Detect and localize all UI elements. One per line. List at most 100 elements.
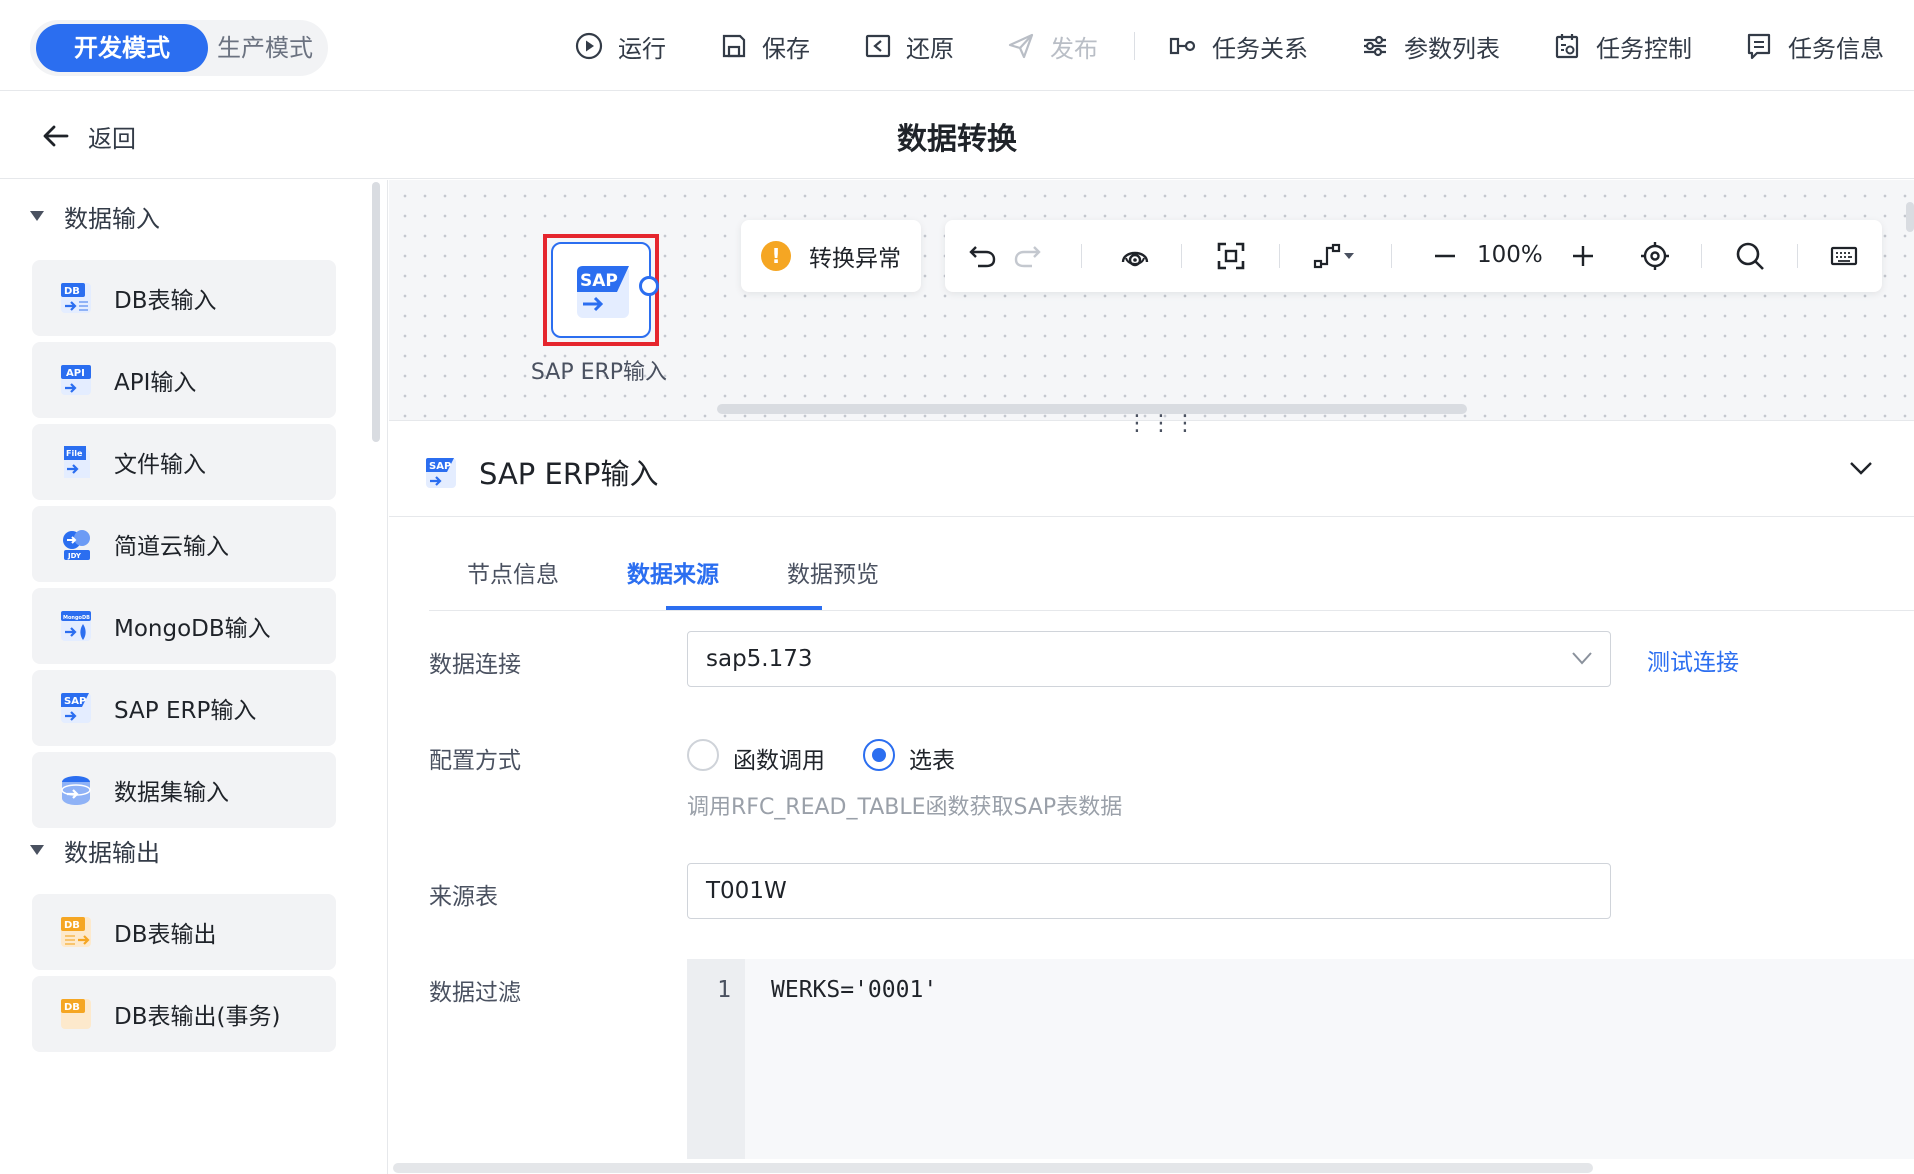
task-info-button[interactable]: 任务信息 bbox=[1744, 26, 1884, 66]
run-button[interactable]: 运行 bbox=[574, 26, 666, 66]
save-label: 保存 bbox=[762, 34, 810, 63]
test-connection-link[interactable]: 测试连接 bbox=[1647, 643, 1739, 677]
preview-button[interactable] bbox=[1119, 240, 1151, 272]
sap-node-icon: SAP bbox=[577, 266, 629, 318]
minus-icon bbox=[1435, 254, 1455, 258]
task-relations-label: 任务关系 bbox=[1212, 34, 1308, 63]
sidebar-item-file-input[interactable]: File 文件输入 bbox=[32, 424, 336, 500]
tab-data-source[interactable]: 数据来源 bbox=[627, 555, 719, 589]
group-data-output[interactable]: 数据输出 bbox=[30, 830, 160, 870]
canvas-vertical-scrollbar[interactable] bbox=[1906, 202, 1914, 232]
param-list-label: 参数列表 bbox=[1404, 34, 1500, 63]
svg-text:MongoDB: MongoDB bbox=[63, 615, 90, 621]
sidebar-item-jdy-input[interactable]: JDY 简道云输入 bbox=[32, 506, 336, 582]
panel-title: SAP ERP输入 bbox=[479, 457, 659, 491]
config-hint: 调用RFC_READ_TABLE函数获取SAP表数据 bbox=[687, 795, 1123, 820]
fit-view-button[interactable] bbox=[1215, 240, 1247, 272]
param-list-button[interactable]: 参数列表 bbox=[1360, 26, 1500, 66]
sidebar-item-api-input[interactable]: API API输入 bbox=[32, 342, 336, 418]
sidebar-item-label: DB表输入 bbox=[114, 288, 217, 314]
warning-icon: ! bbox=[761, 241, 791, 271]
warning-label: 转换异常 bbox=[809, 246, 901, 272]
keyboard-button[interactable] bbox=[1827, 240, 1861, 272]
search-button[interactable] bbox=[1733, 240, 1767, 272]
tab-node-info[interactable]: 节点信息 bbox=[467, 555, 559, 589]
page-header: 返回 数据转换 bbox=[0, 92, 1914, 179]
task-info-label: 任务信息 bbox=[1788, 34, 1884, 63]
line-style-dropdown[interactable] bbox=[1309, 240, 1359, 272]
filter-code-line[interactable]: WERKS='0001' bbox=[771, 977, 937, 1003]
sidebar-item-label: 数据集输入 bbox=[114, 780, 229, 806]
conversion-error-badge[interactable]: ! 转换异常 bbox=[741, 220, 921, 292]
radio-function-call-label[interactable]: 函数调用 bbox=[733, 741, 825, 775]
task-control-button[interactable]: 任务控制 bbox=[1552, 26, 1692, 66]
sidebar-item-label: SAP ERP输入 bbox=[114, 698, 257, 724]
flow-canvas[interactable]: SAP SAP ERP输入 ! 转换异常 100% bbox=[389, 180, 1914, 420]
sidebar-item-db-output[interactable]: DB DB表输出 bbox=[32, 894, 336, 970]
svg-text:API: API bbox=[66, 368, 85, 379]
sidebar-item-dataset-input[interactable]: 数据集输入 bbox=[32, 752, 336, 828]
source-table-input[interactable]: T001W bbox=[687, 863, 1611, 919]
zoom-level: 100% bbox=[1477, 242, 1543, 268]
relation-icon bbox=[1169, 37, 1196, 55]
dataset-input-icon bbox=[61, 776, 91, 805]
canvas-horizontal-scrollbar[interactable] bbox=[717, 404, 1467, 414]
restore-label: 还原 bbox=[906, 34, 954, 63]
source-table-label: 来源表 bbox=[429, 884, 498, 910]
tab-data-preview[interactable]: 数据预览 bbox=[787, 555, 879, 589]
connection-value: sap5.173 bbox=[706, 646, 813, 672]
zoom-out-button[interactable] bbox=[1429, 240, 1461, 272]
jdy-input-icon: JDY bbox=[63, 530, 90, 560]
prod-mode-button[interactable]: 生产模式 bbox=[208, 24, 322, 72]
group-data-input[interactable]: 数据输入 bbox=[30, 196, 160, 236]
connection-label: 数据连接 bbox=[429, 652, 521, 678]
active-tab-indicator bbox=[666, 606, 822, 610]
caret-down-icon bbox=[30, 845, 44, 855]
undo-button[interactable] bbox=[967, 240, 999, 272]
toolbar-divider bbox=[1391, 244, 1392, 268]
send-icon bbox=[1008, 33, 1034, 59]
svg-text:SAP: SAP bbox=[429, 461, 451, 472]
filter-code-editor[interactable]: 1 WERKS='0001' bbox=[687, 959, 1914, 1159]
sidebar-item-mongodb-input[interactable]: MongoDB MongoDB输入 bbox=[32, 588, 336, 664]
search-icon bbox=[1736, 242, 1764, 270]
locate-button[interactable] bbox=[1639, 240, 1671, 272]
run-label: 运行 bbox=[618, 34, 666, 63]
chevron-down-icon bbox=[1850, 462, 1872, 475]
sidebar-item-db-tx-output[interactable]: DB DB表输出(事务) bbox=[32, 976, 336, 1052]
svg-text:DB: DB bbox=[64, 920, 80, 931]
svg-text:DB: DB bbox=[64, 1002, 80, 1013]
info-doc-icon bbox=[1747, 33, 1771, 60]
publish-button[interactable]: 发布 bbox=[1006, 26, 1098, 66]
dev-mode-button[interactable]: 开发模式 bbox=[36, 24, 208, 72]
toolbar-divider bbox=[1701, 244, 1702, 268]
crosshair-icon bbox=[1641, 242, 1669, 270]
zoom-in-button[interactable] bbox=[1567, 240, 1599, 272]
node-config-panel: ⋮⋮⋮ SAP SAP ERP输入 节点信息 数据来源 数据预览 数据连接 sa… bbox=[389, 411, 1914, 1174]
restore-icon bbox=[865, 34, 891, 58]
restore-button[interactable]: 还原 bbox=[864, 26, 954, 66]
task-control-icon bbox=[1555, 34, 1579, 59]
sidebar-item-db-input[interactable]: DB DB表输入 bbox=[32, 260, 336, 336]
sidebar-item-sap-input[interactable]: SAP SAP ERP输入 bbox=[32, 670, 336, 746]
sap-input-icon: SAP bbox=[61, 693, 91, 723]
radio-select-table[interactable] bbox=[863, 739, 895, 771]
mode-switch: 开发模式 生产模式 bbox=[30, 20, 328, 76]
page-title: 数据转换 bbox=[897, 122, 1017, 157]
toolbar-divider bbox=[1134, 32, 1135, 60]
connection-select[interactable]: sap5.173 bbox=[687, 631, 1611, 687]
node-output-port[interactable] bbox=[639, 276, 659, 296]
sidebar-item-label: API输入 bbox=[114, 370, 197, 396]
toolbar-divider bbox=[1797, 244, 1798, 268]
save-button[interactable]: 保存 bbox=[720, 26, 810, 66]
redo-button[interactable] bbox=[1011, 240, 1043, 272]
radio-select-table-label[interactable]: 选表 bbox=[909, 741, 955, 775]
sidebar-scrollbar[interactable] bbox=[372, 182, 380, 442]
radio-function-call[interactable] bbox=[687, 739, 719, 771]
collapse-panel-button[interactable] bbox=[1848, 459, 1874, 481]
panel-horizontal-scrollbar[interactable] bbox=[393, 1163, 1593, 1173]
sap-erp-node[interactable]: SAP bbox=[551, 242, 651, 338]
task-relations-button[interactable]: 任务关系 bbox=[1168, 26, 1308, 66]
svg-text:DB: DB bbox=[64, 286, 80, 297]
mongodb-input-icon: MongoDB bbox=[61, 611, 91, 641]
